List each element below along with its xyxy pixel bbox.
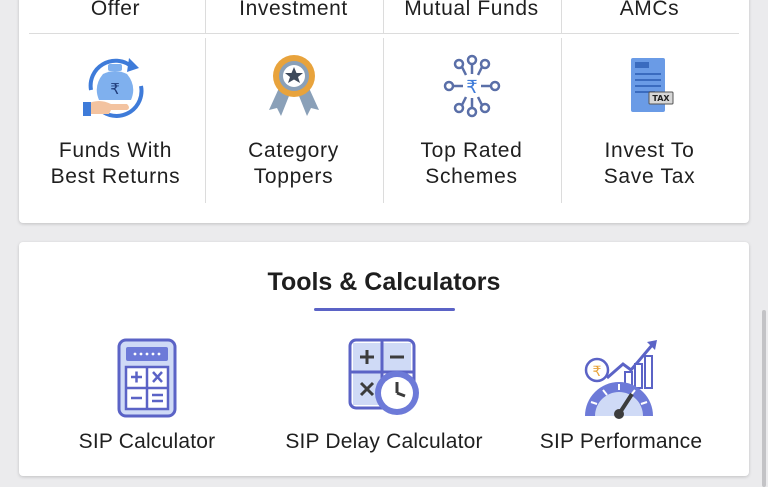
title-underline [314,308,455,311]
divider [29,33,739,34]
divider [561,0,562,34]
svg-text:₹: ₹ [593,364,602,380]
performance-gauge-icon: ₹ [579,336,663,420]
rupee-network-icon: ₹ [437,52,507,122]
money-bag-returns-icon: ₹ [81,52,151,122]
top-item-offer[interactable]: Offer [27,0,204,34]
svg-text:₹: ₹ [466,77,477,98]
top-item-amcs[interactable]: AMCs [561,0,738,34]
funds-best-returns-tile[interactable]: ₹ Funds With Best Returns [27,38,204,208]
divider [383,0,384,34]
tax-document-icon: TAX [615,52,685,122]
section-title: Tools & Calculators [267,268,501,296]
top-item-mutual-funds[interactable]: Mutual Funds [383,0,560,34]
explore-funds-card: Offer Investment Mutual Funds AMCs ₹ Fun… [19,0,749,223]
top-rated-schemes-tile[interactable]: ₹ Top Rated Schemes [383,38,560,208]
tile-label: Category Toppers [248,139,339,188]
divider [205,0,206,34]
tile-label: Funds With Best Returns [50,139,181,188]
tile-label: Invest To Save Tax [603,139,696,188]
top-category-row: Offer Investment Mutual Funds AMCs [19,0,749,34]
calculator-icon [105,336,189,420]
svg-text:TAX: TAX [652,94,670,103]
sip-calculator-tile[interactable]: SIP Calculator [27,336,267,466]
tools-calculators-card: Tools & Calculators SIP Calculator SIP D… [19,242,749,476]
tile-label: Top Rated Schemes [420,139,523,188]
sip-performance-tile[interactable]: ₹ SIP Performance [501,336,741,466]
sip-delay-calculator-tile[interactable]: SIP Delay Calculator [264,336,504,466]
category-toppers-tile[interactable]: Category Toppers [205,38,382,208]
svg-text:₹: ₹ [110,80,120,98]
calculator-clock-icon [342,336,426,420]
scrollbar[interactable] [762,310,766,487]
tool-label: SIP Performance [539,430,703,453]
invest-save-tax-tile[interactable]: TAX Invest To Save Tax [561,38,738,208]
tool-label: SIP Delay Calculator [285,430,483,453]
top-item-investment[interactable]: Investment [205,0,382,34]
tool-label: SIP Calculator [78,430,216,453]
award-badge-icon [259,52,329,122]
